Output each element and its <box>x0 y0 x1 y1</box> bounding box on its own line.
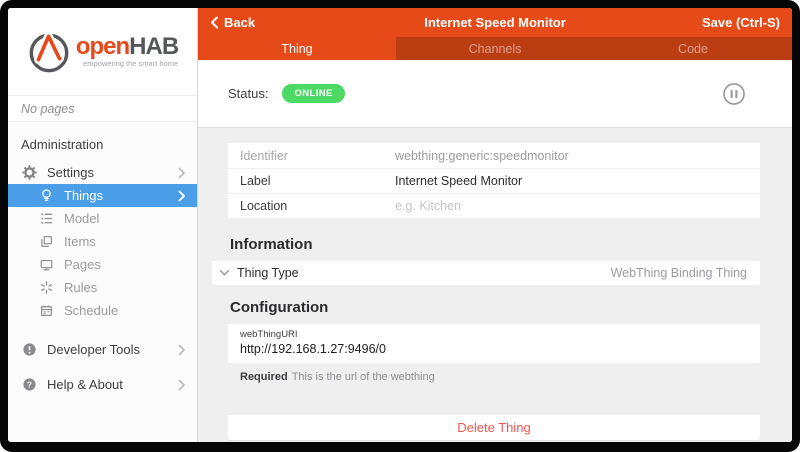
chevron-right-icon <box>178 167 186 179</box>
gear-icon <box>21 165 38 180</box>
brand-wordmark: openHAB <box>76 35 178 59</box>
location-input[interactable]: e.g. Kitchen <box>395 199 461 213</box>
sidebar-item-label: Help & About <box>47 377 123 392</box>
sidebar-item-help-about[interactable]: ? Help & About <box>8 373 197 396</box>
label-input[interactable]: Internet Speed Monitor <box>395 174 522 188</box>
webthing-uri-input[interactable]: http://192.168.1.27:9496/0 <box>240 342 748 356</box>
label-row[interactable]: Label Internet Speed Monitor <box>228 168 760 193</box>
no-pages-label: No pages <box>8 96 197 122</box>
chevron-right-icon <box>178 379 186 391</box>
back-label: Back <box>224 15 255 30</box>
tab-bar: Thing Channels Code <box>198 37 792 60</box>
location-row[interactable]: Location e.g. Kitchen <box>228 193 760 218</box>
chevron-right-icon <box>178 190 186 202</box>
tab-thing[interactable]: Thing <box>198 37 396 60</box>
identifier-value: webthing:generic:speedmonitor <box>395 149 569 163</box>
admin-section-label: Administration <box>8 132 197 161</box>
delete-thing-button[interactable]: Delete Thing <box>228 415 760 440</box>
logo-area: openHAB empowering the smart home <box>8 8 197 96</box>
sidebar-item-label: Settings <box>47 165 94 180</box>
location-label: Location <box>240 199 395 213</box>
main-panel: Back Internet Speed Monitor Save (Ctrl-S… <box>198 8 792 442</box>
thing-type-label: Thing Type <box>237 266 299 280</box>
required-note: Required This is the url of the webthing <box>240 371 760 383</box>
thing-form-card: Identifier webthing:generic:speedmonitor… <box>228 143 760 218</box>
save-button[interactable]: Save (Ctrl-S) <box>702 15 780 30</box>
label-label: Label <box>240 174 395 188</box>
question-circle-icon: ? <box>21 377 38 392</box>
required-text: This is the url of the webthing <box>292 371 435 383</box>
sidebar-item-label: Schedule <box>64 303 118 318</box>
copy-squares-icon <box>38 234 55 249</box>
monitor-icon <box>38 257 55 272</box>
sidebar-item-label: Items <box>64 234 96 249</box>
sidebar-item-rules[interactable]: Rules <box>8 276 197 299</box>
content-area: Identifier webthing:generic:speedmonitor… <box>198 128 792 442</box>
sidebar-item-model[interactable]: Model <box>8 207 197 230</box>
sidebar-item-label: Developer Tools <box>47 342 140 357</box>
pause-button[interactable] <box>722 82 746 106</box>
status-label: Status: <box>228 86 268 101</box>
sidebar-item-things[interactable]: Things <box>8 184 197 207</box>
tab-channels[interactable]: Channels <box>396 37 594 60</box>
openhab-logo-icon <box>27 30 71 74</box>
sidebar: openHAB empowering the smart home No pag… <box>8 8 198 442</box>
status-badge: ONLINE <box>282 84 344 103</box>
sidebar-item-developer-tools[interactable]: Developer Tools <box>8 338 197 361</box>
brand-hab: HAB <box>129 33 178 60</box>
configuration-heading: Configuration <box>230 299 760 316</box>
chevron-down-icon <box>219 269 230 277</box>
identifier-label: Identifier <box>240 149 395 163</box>
pause-icon <box>722 82 746 106</box>
brand-open: open <box>76 33 129 60</box>
top-navbar: Back Internet Speed Monitor Save (Ctrl-S… <box>198 8 792 37</box>
model-tree-icon <box>38 211 55 226</box>
svg-text:?: ? <box>27 380 32 390</box>
sidebar-item-label: Model <box>64 211 99 226</box>
back-button[interactable]: Back <box>210 15 255 30</box>
brand-tagline: empowering the smart home <box>76 60 178 68</box>
openhab-logo: openHAB empowering the smart home <box>27 30 178 74</box>
sparkle-icon <box>38 280 55 295</box>
sidebar-item-label: Pages <box>64 257 101 272</box>
sidebar-item-label: Things <box>64 188 103 203</box>
webthing-uri-label: webThingURI <box>240 329 748 340</box>
app-window: openHAB empowering the smart home No pag… <box>8 8 792 442</box>
sidebar-nav: Administration Sett <box>8 122 197 396</box>
information-heading: Information <box>230 236 760 253</box>
chevron-right-icon <box>178 344 186 356</box>
identifier-row: Identifier webthing:generic:speedmonitor <box>228 143 760 168</box>
chevron-left-icon <box>210 16 219 29</box>
sidebar-item-pages[interactable]: Pages <box>8 253 197 276</box>
required-label: Required <box>240 371 288 383</box>
status-section: Status: ONLINE <box>198 60 792 128</box>
webthing-uri-field[interactable]: webThingURI http://192.168.1.27:9496/0 <box>228 324 760 363</box>
tab-code[interactable]: Code <box>594 37 792 60</box>
sidebar-item-items[interactable]: Items <box>8 230 197 253</box>
window-frame: openHAB empowering the smart home No pag… <box>0 0 800 452</box>
sidebar-item-settings[interactable]: Settings <box>8 161 197 184</box>
sidebar-item-schedule[interactable]: Schedule <box>8 299 197 322</box>
thing-type-row[interactable]: Thing Type WebThing Binding Thing <box>212 261 760 285</box>
lightbulb-icon <box>38 188 55 203</box>
thing-type-value: WebThing Binding Thing <box>611 266 747 280</box>
alert-circle-icon <box>21 342 38 357</box>
calendar-icon <box>38 303 55 318</box>
sidebar-item-label: Rules <box>64 280 97 295</box>
